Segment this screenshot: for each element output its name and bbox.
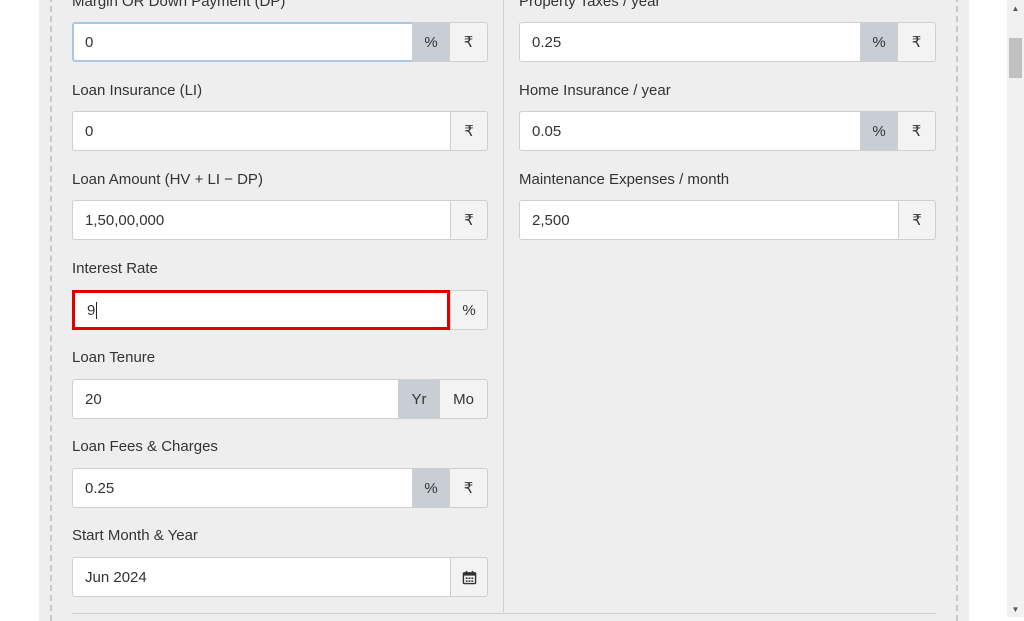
down-payment-label: Margin OR Down Payment (DP) [72, 0, 286, 10]
maintenance-input[interactable]: 2,500 [519, 200, 898, 240]
loan-tenure-group: 20 Yr Mo [72, 379, 488, 419]
loan-insurance-input[interactable]: 0 [72, 111, 450, 151]
loan-tenure-months-toggle[interactable]: Mo [440, 379, 488, 419]
property-taxes-group: 0.25 % ₹ [519, 22, 936, 62]
loan-fees-label: Loan Fees & Charges [72, 438, 218, 455]
calendar-button[interactable] [450, 557, 488, 597]
loan-amount-label: Loan Amount (HV + LI − DP) [72, 171, 263, 188]
down-payment-rupee-toggle[interactable]: ₹ [450, 22, 488, 62]
property-taxes-label: Property Taxes / year [519, 0, 661, 10]
calendar-icon [462, 570, 476, 584]
loan-tenure-label: Loan Tenure [72, 349, 156, 366]
loan-amount-group: 1,50,00,000 ₹ [72, 200, 488, 240]
vertical-scrollbar[interactable]: ▲ ▼ [1007, 0, 1024, 617]
down-payment-group: 0 % ₹ [72, 22, 488, 62]
property-taxes-rupee-toggle[interactable]: ₹ [898, 22, 936, 62]
maintenance-label: Maintenance Expenses / month [519, 171, 730, 188]
loan-tenure-years-toggle[interactable]: Yr [398, 379, 440, 419]
down-payment-percent-toggle[interactable]: % [412, 22, 450, 62]
loan-fees-rupee-toggle[interactable]: ₹ [450, 468, 488, 508]
loan-amount-rupee-addon: ₹ [450, 200, 488, 240]
start-month-group: Jun 2024 [72, 557, 488, 597]
home-insurance-percent-toggle[interactable]: % [860, 111, 898, 151]
loan-fees-percent-toggle[interactable]: % [412, 468, 450, 508]
loan-insurance-rupee-addon: ₹ [450, 111, 488, 151]
maintenance-rupee-addon: ₹ [898, 200, 936, 240]
scroll-down-arrow[interactable]: ▼ [1007, 603, 1024, 615]
start-month-input[interactable]: Jun 2024 [72, 557, 450, 597]
loan-amount-input[interactable]: 1,50,00,000 [72, 200, 450, 240]
scroll-thumb[interactable] [1009, 38, 1022, 78]
interest-rate-group: 9 % [72, 290, 488, 330]
scroll-up-arrow[interactable]: ▲ [1007, 2, 1024, 14]
loan-insurance-group: 0 ₹ [72, 111, 488, 151]
bottom-divider [72, 613, 936, 614]
property-taxes-input[interactable]: 0.25 [519, 22, 860, 62]
home-insurance-rupee-toggle[interactable]: ₹ [898, 111, 936, 151]
home-insurance-input[interactable]: 0.05 [519, 111, 860, 151]
interest-rate-input[interactable]: 9 [72, 290, 450, 330]
home-insurance-label: Home Insurance / year [519, 82, 671, 99]
interest-rate-value: 9 [87, 301, 96, 319]
loan-tenure-input[interactable]: 20 [72, 379, 398, 419]
loan-insurance-label: Loan Insurance (LI) [72, 82, 203, 99]
interest-rate-percent-addon: % [450, 290, 488, 330]
loan-fees-input[interactable]: 0.25 [72, 468, 412, 508]
column-divider [503, 0, 504, 612]
loan-fees-group: 0.25 % ₹ [72, 468, 488, 508]
down-payment-input[interactable]: 0 [72, 22, 412, 62]
start-month-label: Start Month & Year [72, 527, 198, 544]
property-taxes-percent-toggle[interactable]: % [860, 22, 898, 62]
interest-rate-label: Interest Rate [72, 260, 158, 277]
maintenance-group: 2,500 ₹ [519, 200, 936, 240]
home-insurance-group: 0.05 % ₹ [519, 111, 936, 151]
text-caret [96, 301, 98, 319]
